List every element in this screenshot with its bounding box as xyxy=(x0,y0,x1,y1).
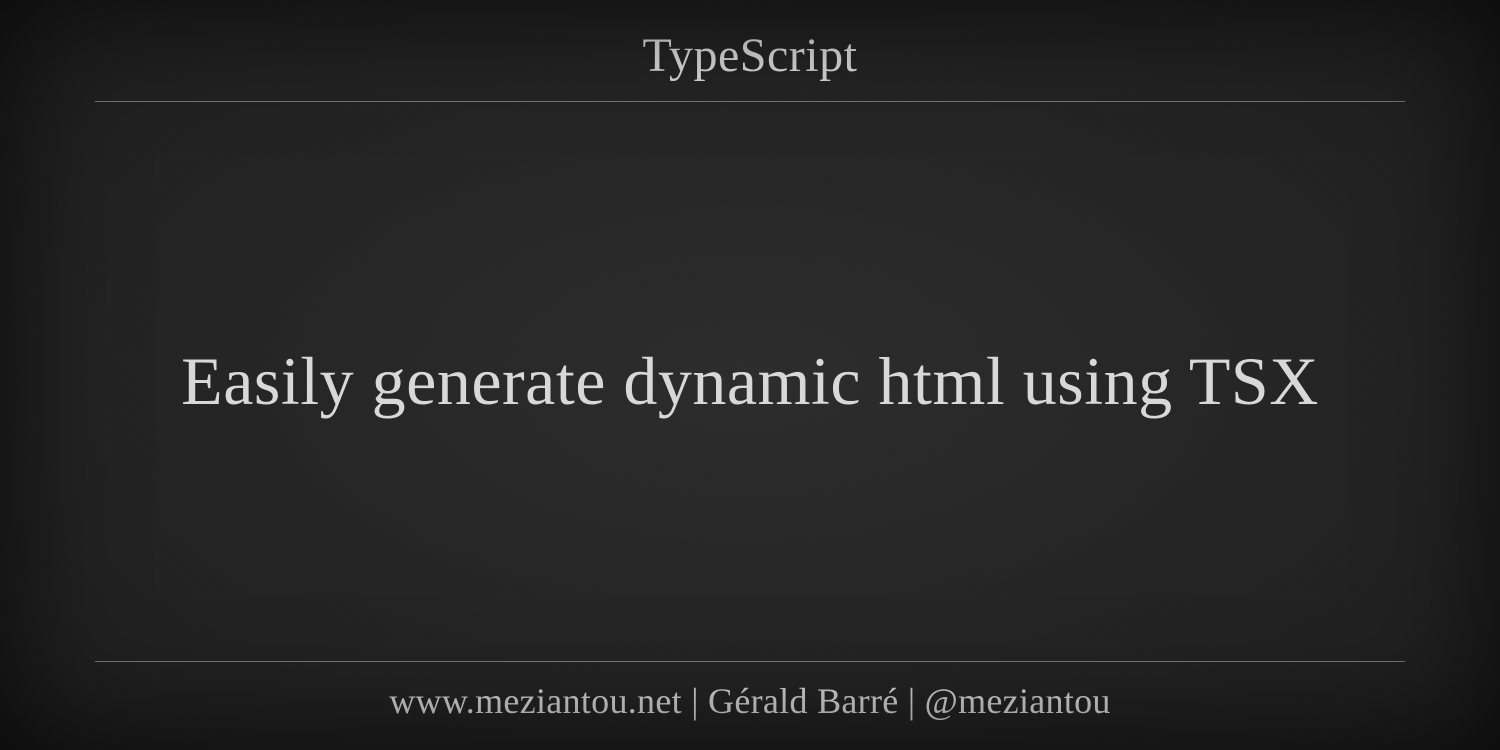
main-content: Easily generate dynamic html using TSX xyxy=(0,102,1500,661)
header: TypeScript xyxy=(0,0,1500,101)
attribution-text: www.meziantou.net | Gérald Barré | @mezi… xyxy=(0,680,1500,722)
article-title: Easily generate dynamic html using TSX xyxy=(181,339,1319,424)
footer: www.meziantou.net | Gérald Barré | @mezi… xyxy=(0,662,1500,750)
category-label: TypeScript xyxy=(0,28,1500,83)
